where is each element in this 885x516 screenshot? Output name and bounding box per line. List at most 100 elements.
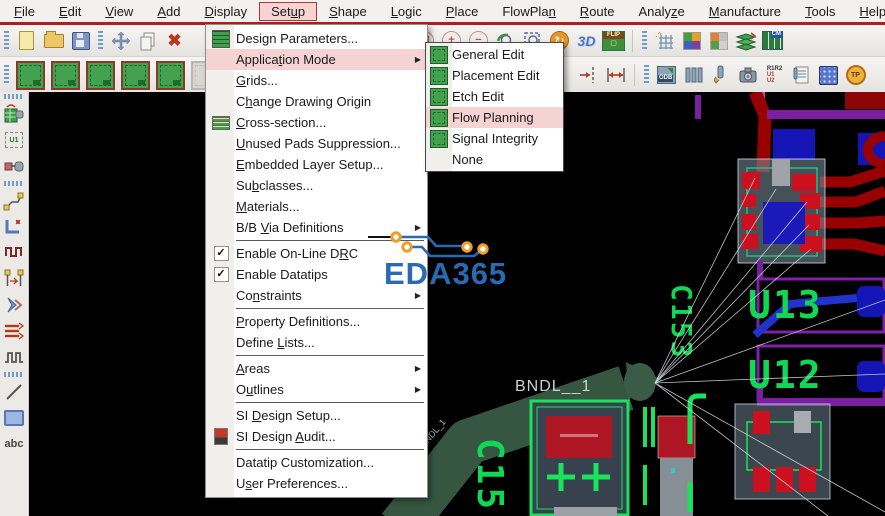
menu-item-constraints[interactable]: Constraints ▶ bbox=[206, 285, 427, 306]
menu-tools[interactable]: Tools bbox=[793, 2, 847, 21]
test-prep-button[interactable]: TP bbox=[843, 63, 868, 88]
refdes-u13[interactable]: U13 bbox=[748, 283, 823, 327]
toolbar-drag-handle[interactable] bbox=[644, 65, 649, 85]
add-text-button[interactable]: abc bbox=[2, 432, 26, 456]
mode-flow-planning-button[interactable] bbox=[121, 60, 150, 90]
menu-item-grids[interactable]: Grids... bbox=[206, 70, 427, 91]
menu-item-application-mode[interactable]: Application Mode ▶ bbox=[206, 49, 427, 70]
menu-file[interactable]: File bbox=[2, 2, 47, 21]
menu-logic[interactable]: Logic bbox=[379, 2, 434, 21]
menu-add[interactable]: Add bbox=[145, 2, 192, 21]
bundle-label[interactable]: BNDL__1 bbox=[515, 378, 591, 395]
mode-etch-edit-button[interactable] bbox=[86, 60, 115, 90]
menu-item-materials[interactable]: Materials... bbox=[206, 196, 427, 217]
elongation-button[interactable] bbox=[2, 345, 26, 369]
via-tool-button[interactable] bbox=[708, 63, 733, 88]
u12-group[interactable]: U12 bbox=[748, 344, 885, 406]
route-path-button[interactable] bbox=[2, 215, 26, 239]
menu-item-areas[interactable]: Areas ▶ bbox=[206, 358, 427, 379]
menu-item-datatip-customization[interactable]: Datatip Customization... bbox=[206, 452, 427, 473]
menu-item-define-lists[interactable]: Define Lists... bbox=[206, 332, 427, 353]
move-button[interactable] bbox=[108, 28, 133, 53]
linear-dimension-button[interactable] bbox=[603, 63, 628, 88]
pin-swap-button[interactable] bbox=[2, 267, 26, 291]
view-3d-button[interactable]: 3D bbox=[574, 28, 599, 53]
menu-item-change-drawing-origin[interactable]: Change Drawing Origin bbox=[206, 91, 427, 112]
delay-tune-button[interactable] bbox=[2, 241, 26, 265]
menu-item-cross-section[interactable]: Cross-section... bbox=[206, 112, 427, 133]
refdes-c15[interactable]: C15 bbox=[469, 438, 510, 512]
add-line-button[interactable] bbox=[2, 380, 26, 404]
new-file-button[interactable] bbox=[14, 28, 39, 53]
toolbar-drag-handle[interactable] bbox=[4, 181, 24, 186]
mode-placement-edit-button[interactable] bbox=[51, 60, 80, 90]
odb-export-button[interactable]: ODB bbox=[654, 63, 679, 88]
layer-visibility-button[interactable] bbox=[733, 28, 758, 53]
menu-edit[interactable]: Edit bbox=[47, 2, 93, 21]
flip-design-button[interactable]: FLIP ▢ bbox=[601, 28, 626, 53]
menu-item-unused-pads-suppression[interactable]: Unused Pads Suppression... bbox=[206, 133, 427, 154]
color-priority-button[interactable] bbox=[706, 28, 731, 53]
menu-item-design-parameters[interactable]: Design Parameters... bbox=[206, 28, 427, 49]
menu-display[interactable]: Display bbox=[192, 2, 259, 21]
menu-shape[interactable]: Shape bbox=[317, 2, 379, 21]
add-connect-button[interactable] bbox=[2, 189, 26, 213]
menu-item-enable-online-drc[interactable]: ✓ Enable On-Line DRC bbox=[206, 243, 427, 264]
menu-item-outlines[interactable]: Outlines ▶ bbox=[206, 379, 427, 400]
component-top[interactable] bbox=[737, 158, 826, 264]
pad-array-button[interactable] bbox=[816, 63, 841, 88]
submenu-item-none[interactable]: None bbox=[426, 149, 563, 170]
snapshot-button[interactable] bbox=[735, 63, 760, 88]
menu-setup[interactable]: Setup bbox=[259, 1, 318, 21]
component-c15[interactable] bbox=[529, 399, 630, 516]
submenu-item-placement-edit[interactable]: Placement Edit bbox=[426, 65, 563, 86]
datum-dimension-button[interactable] bbox=[576, 63, 601, 88]
toolbar-drag-handle[interactable] bbox=[642, 30, 647, 51]
menu-item-property-definitions[interactable]: Property Definitions... bbox=[206, 311, 427, 332]
menu-analyze[interactable]: Analyze bbox=[627, 2, 697, 21]
menu-manufacture[interactable]: Manufacture bbox=[697, 2, 793, 21]
component-small[interactable] bbox=[643, 393, 706, 516]
menu-item-enable-datatips[interactable]: ✓ Enable Datatips bbox=[206, 264, 427, 285]
component-bottom-right[interactable] bbox=[734, 403, 831, 500]
menu-item-bb-via-definitions[interactable]: B/B Via Definitions ▶ bbox=[206, 217, 427, 238]
menu-item-user-preferences[interactable]: User Preferences... bbox=[206, 473, 427, 494]
menu-help[interactable]: Help bbox=[847, 2, 885, 21]
fanout-button[interactable] bbox=[2, 293, 26, 317]
import-logic-button[interactable] bbox=[2, 102, 26, 126]
toggle-grid-button[interactable] bbox=[652, 28, 677, 53]
submenu-item-flow-planning[interactable]: Flow Planning bbox=[426, 107, 563, 128]
menu-route[interactable]: Route bbox=[568, 2, 627, 21]
save-button[interactable] bbox=[68, 28, 93, 53]
menu-item-embedded-layer-setup[interactable]: Embedded Layer Setup... bbox=[206, 154, 427, 175]
copy-button[interactable] bbox=[135, 28, 160, 53]
checkbox-checked-icon[interactable]: ✓ bbox=[213, 267, 229, 282]
menu-item-subclasses[interactable]: Subclasses... bbox=[206, 175, 427, 196]
add-rect-button[interactable] bbox=[2, 406, 26, 430]
color192-button[interactable] bbox=[679, 28, 704, 53]
menu-place[interactable]: Place bbox=[434, 2, 491, 21]
menu-item-si-design-audit[interactable]: SI Design Audit... bbox=[206, 426, 427, 447]
toolbar-drag-handle[interactable] bbox=[4, 372, 24, 377]
checkbox-checked-icon[interactable]: ✓ bbox=[213, 246, 229, 261]
toolbar-drag-handle[interactable] bbox=[4, 30, 9, 51]
toolbar-drag-handle[interactable] bbox=[98, 30, 103, 51]
menu-view[interactable]: View bbox=[93, 2, 145, 21]
menu-item-si-design-setup[interactable]: SI Design Setup... bbox=[206, 405, 427, 426]
submenu-item-signal-integrity[interactable]: Signal Integrity bbox=[426, 128, 563, 149]
connect-parts-button[interactable] bbox=[2, 154, 26, 178]
open-button[interactable] bbox=[41, 28, 66, 53]
mode-general-edit-button[interactable] bbox=[16, 60, 45, 90]
toolbar-drag-handle[interactable] bbox=[4, 65, 9, 85]
toolbar-drag-handle[interactable] bbox=[4, 94, 24, 99]
submenu-item-general-edit[interactable]: General Edit bbox=[426, 44, 563, 65]
refdes-u12[interactable]: U12 bbox=[748, 353, 823, 397]
bus-route-button[interactable] bbox=[2, 319, 26, 343]
swap-components-button[interactable]: R1R2 U1 U2 bbox=[762, 63, 787, 88]
mode-signal-integrity-button[interactable] bbox=[156, 60, 185, 90]
color-map-button[interactable]: CM bbox=[760, 28, 785, 53]
submenu-item-etch-edit[interactable]: Etch Edit bbox=[426, 86, 563, 107]
place-component-button[interactable]: U1 bbox=[2, 128, 26, 152]
journal-button[interactable] bbox=[789, 63, 814, 88]
u13-group[interactable]: U13 bbox=[748, 260, 885, 338]
